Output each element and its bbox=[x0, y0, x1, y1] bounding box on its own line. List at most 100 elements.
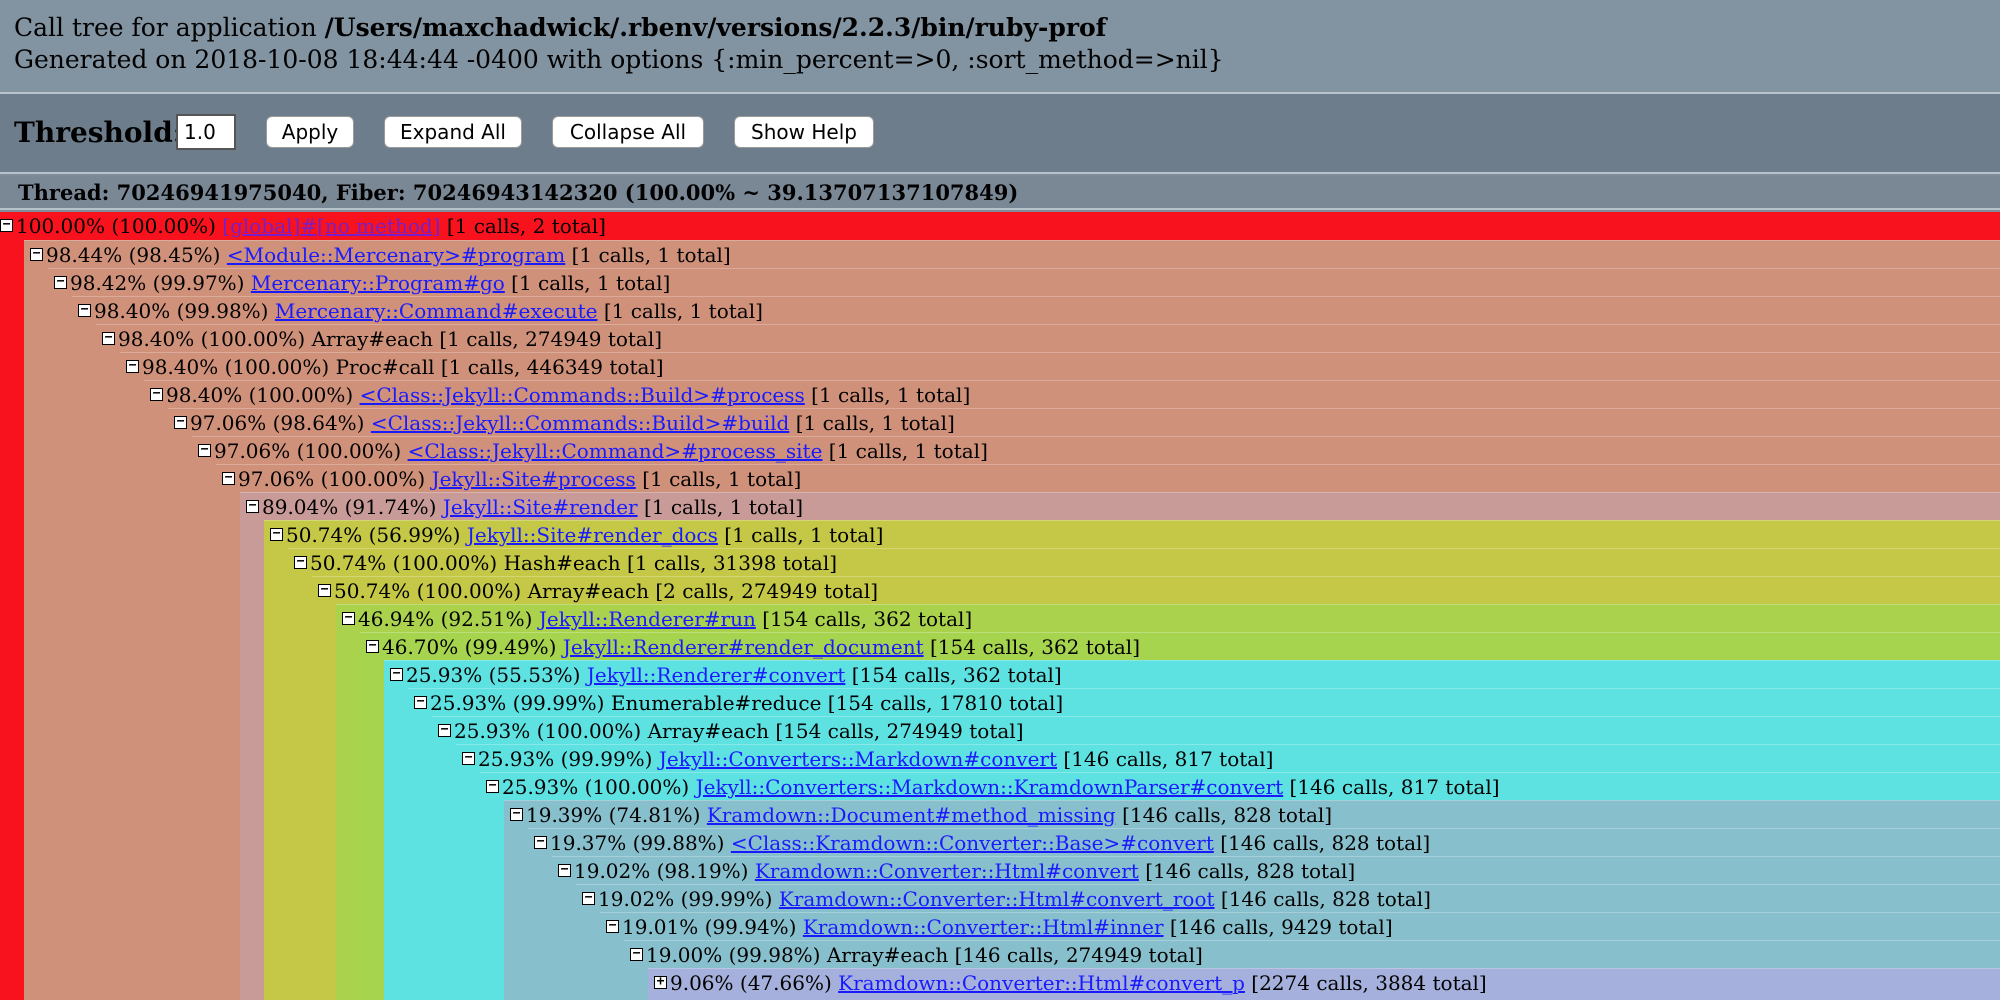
collapse-toggle-icon[interactable]: − bbox=[390, 667, 403, 681]
tree-row-text: 89.04% (91.74%) Jekyll::Site#render [1 c… bbox=[262, 493, 803, 521]
method-link[interactable]: Mercenary::Program#go bbox=[251, 271, 505, 295]
method-link[interactable]: <Class::Jekyll::Commands::Build>#process bbox=[360, 383, 805, 407]
row-stats: [1 calls, 1 total] bbox=[642, 467, 802, 491]
method-link[interactable]: Kramdown::Converter::Html#convert_root bbox=[779, 887, 1215, 911]
method-link[interactable]: Mercenary::Command#execute bbox=[275, 299, 598, 323]
method-link[interactable]: Jekyll::Renderer#run bbox=[539, 607, 756, 631]
method-link[interactable]: Kramdown::Converter::Html#convert bbox=[755, 859, 1139, 883]
collapse-toggle-icon[interactable]: − bbox=[462, 751, 475, 765]
collapse-toggle-icon[interactable]: − bbox=[534, 835, 547, 849]
row-percent: 100.00% (100.00%) bbox=[16, 214, 216, 238]
tree-row-text: 100.00% (100.00%) [global]#[no method] [… bbox=[16, 212, 606, 240]
tree-row-text: 19.02% (98.19%) Kramdown::Converter::Htm… bbox=[574, 857, 1355, 885]
method-name: Array#each bbox=[826, 943, 949, 967]
title-prefix: Call tree for application bbox=[14, 13, 325, 42]
collapse-toggle-icon[interactable]: − bbox=[30, 247, 43, 261]
collapse-toggle-icon[interactable]: − bbox=[558, 863, 571, 877]
row-stats: [1 calls, 274949 total] bbox=[439, 327, 663, 351]
method-link[interactable]: Jekyll::Converters::Markdown::KramdownPa… bbox=[696, 775, 1284, 799]
row-stats: [1 calls, 1 total] bbox=[811, 383, 971, 407]
row-stats: [1 calls, 31398 total] bbox=[627, 551, 838, 575]
collapse-toggle-icon[interactable]: − bbox=[582, 891, 595, 905]
row-stats: [154 calls, 274949 total] bbox=[775, 719, 1024, 743]
collapse-toggle-icon[interactable]: − bbox=[174, 415, 187, 429]
method-link[interactable]: Jekyll::Site#render_docs bbox=[467, 523, 718, 547]
collapse-toggle-icon[interactable]: − bbox=[438, 723, 451, 737]
method-link[interactable]: Kramdown::Converter::Html#inner bbox=[803, 915, 1164, 939]
controls-bar: Threshold: Apply Expand All Collapse All… bbox=[0, 94, 2000, 174]
row-stats: [154 calls, 362 total] bbox=[851, 663, 1062, 687]
threshold-input[interactable] bbox=[176, 114, 236, 150]
row-stats: [1 calls, 2 total] bbox=[446, 214, 606, 238]
collapse-toggle-icon[interactable]: − bbox=[102, 331, 115, 345]
tree-row-text: 98.42% (99.97%) Mercenary::Program#go [1… bbox=[70, 269, 670, 297]
row-stats: [154 calls, 362 total] bbox=[930, 635, 1140, 659]
collapse-toggle-icon[interactable]: − bbox=[366, 639, 379, 653]
row-percent: 98.40% (100.00%) bbox=[118, 327, 306, 351]
method-link[interactable]: <Class::Kramdown::Converter::Base>#conve… bbox=[731, 831, 1214, 855]
collapse-toggle-icon[interactable]: − bbox=[246, 499, 259, 513]
row-stats: [1 calls, 1 total] bbox=[511, 271, 671, 295]
collapse-toggle-icon[interactable]: − bbox=[150, 387, 163, 401]
method-name: Proc#call bbox=[335, 355, 435, 379]
tree-row-text: 50.74% (100.00%) Array#each [2 calls, 27… bbox=[334, 577, 878, 605]
row-stats: [146 calls, 828 total] bbox=[1122, 803, 1333, 827]
collapse-toggle-icon[interactable]: − bbox=[510, 807, 523, 821]
tree-row-text: 25.93% (100.00%) Jekyll::Converters::Mar… bbox=[502, 773, 1500, 801]
collapse-all-button[interactable]: Collapse All bbox=[552, 116, 704, 148]
report-header: Call tree for application /Users/maxchad… bbox=[0, 0, 2000, 94]
row-percent: 19.01% (99.94%) bbox=[622, 915, 797, 939]
method-link[interactable]: Kramdown::Converter::Html#convert_p bbox=[838, 971, 1245, 995]
tree-row-text: 19.01% (99.94%) Kramdown::Converter::Htm… bbox=[622, 913, 1393, 941]
collapse-toggle-icon[interactable]: − bbox=[294, 555, 307, 569]
tree-row-text: 97.06% (100.00%) Jekyll::Site#process [1… bbox=[238, 465, 801, 493]
row-percent: 50.74% (56.99%) bbox=[286, 523, 461, 547]
method-link[interactable]: <Class::Jekyll::Command>#process_site bbox=[408, 439, 823, 463]
row-percent: 50.74% (100.00%) bbox=[334, 579, 522, 603]
tree-row-text: 97.06% (100.00%) <Class::Jekyll::Command… bbox=[214, 437, 988, 465]
row-stats: [146 calls, 828 total] bbox=[1145, 859, 1356, 883]
call-tree: − 100.00% (100.00%) [global]#[no method] … bbox=[0, 212, 2000, 1000]
row-percent: 25.93% (55.53%) bbox=[406, 663, 581, 687]
method-link[interactable]: Jekyll::Site#render bbox=[443, 495, 638, 519]
tree-row-text: 19.00% (99.98%) Array#each [146 calls, 2… bbox=[646, 941, 1203, 969]
apply-button[interactable]: Apply bbox=[266, 116, 354, 148]
method-link[interactable]: [global]#[no method] bbox=[222, 214, 440, 238]
method-link[interactable]: Jekyll::Converters::Markdown#convert bbox=[659, 747, 1057, 771]
collapse-toggle-icon[interactable]: − bbox=[414, 695, 427, 709]
method-link[interactable]: <Module::Mercenary>#program bbox=[227, 243, 565, 267]
app-path: /Users/maxchadwick/.rbenv/versions/2.2.3… bbox=[324, 13, 1107, 42]
collapse-toggle-icon[interactable]: − bbox=[318, 583, 331, 597]
collapse-toggle-icon[interactable]: − bbox=[486, 779, 499, 793]
expand-all-button[interactable]: Expand All bbox=[384, 116, 522, 148]
method-link[interactable]: Jekyll::Renderer#convert bbox=[587, 663, 846, 687]
collapse-toggle-icon[interactable]: − bbox=[78, 303, 91, 317]
method-link[interactable]: <Class::Jekyll::Commands::Build>#build bbox=[371, 411, 790, 435]
method-link[interactable]: Jekyll::Site#process bbox=[432, 467, 636, 491]
row-percent: 19.39% (74.81%) bbox=[526, 803, 701, 827]
method-link[interactable]: Jekyll::Renderer#render_document bbox=[563, 635, 924, 659]
method-link[interactable]: Kramdown::Document#method_missing bbox=[707, 803, 1116, 827]
tree-row-text: 19.39% (74.81%) Kramdown::Document#metho… bbox=[526, 801, 1332, 829]
collapse-toggle-icon[interactable]: − bbox=[342, 611, 355, 625]
row-stats: [146 calls, 828 total] bbox=[1220, 831, 1431, 855]
collapse-toggle-icon[interactable]: − bbox=[0, 218, 13, 232]
tree-row-text: 46.94% (92.51%) Jekyll::Renderer#run [15… bbox=[358, 605, 972, 633]
show-help-button[interactable]: Show Help bbox=[734, 116, 874, 148]
thread-header: Thread: 70246941975040, Fiber: 702469431… bbox=[0, 176, 2000, 210]
row-stats: [1 calls, 1 total] bbox=[571, 243, 731, 267]
tree-row: +9.06% (47.66%) Kramdown::Converter::Htm… bbox=[648, 968, 2000, 1000]
collapse-toggle-icon[interactable]: − bbox=[54, 275, 67, 289]
collapse-toggle-icon[interactable]: − bbox=[126, 359, 139, 373]
collapse-toggle-icon[interactable]: − bbox=[606, 919, 619, 933]
collapse-toggle-icon[interactable]: − bbox=[222, 471, 235, 485]
collapse-toggle-icon[interactable]: − bbox=[198, 443, 211, 457]
row-percent: 19.02% (99.99%) bbox=[598, 887, 773, 911]
collapse-toggle-icon[interactable]: − bbox=[270, 527, 283, 541]
row-percent: 46.94% (92.51%) bbox=[358, 607, 533, 631]
collapse-toggle-icon[interactable]: − bbox=[630, 947, 643, 961]
expand-toggle-icon[interactable]: + bbox=[654, 975, 667, 989]
tree-row-text: 25.93% (99.99%) Enumerable#reduce [154 c… bbox=[430, 689, 1063, 717]
row-stats: [2274 calls, 3884 total] bbox=[1251, 971, 1487, 995]
row-percent: 25.93% (99.99%) bbox=[478, 747, 653, 771]
